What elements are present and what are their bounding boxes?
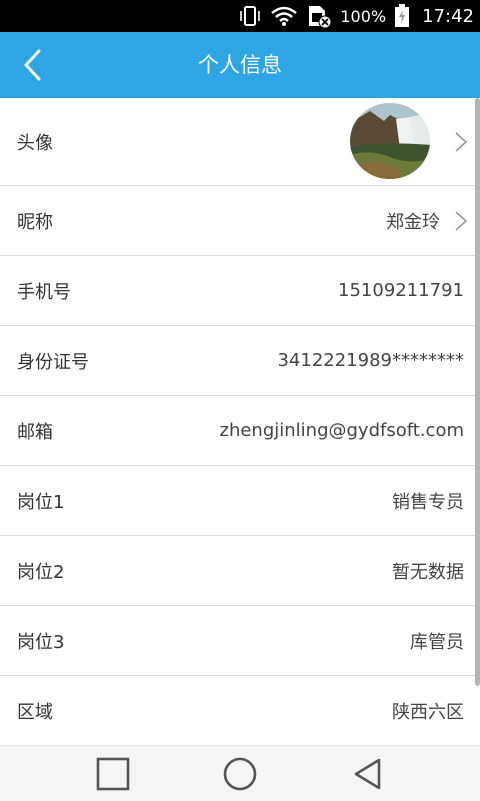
back-triangle-icon [354,758,381,790]
row-value: 3412221989******** [277,350,464,371]
row-label: 身份证号 [17,351,89,373]
row-label: 手机号 [17,281,71,303]
row-label: 岗位1 [17,491,65,513]
row-avatar[interactable]: 头像 [0,98,480,186]
status-icons: 100% 17:42 [238,0,474,32]
app-header: 个人信息 [0,32,480,98]
system-nav-bar [0,745,480,801]
back-button[interactable] [14,46,52,84]
chevron-right-icon [454,98,468,185]
row-value: 库管员 [410,631,464,653]
home-button[interactable] [220,756,260,792]
sim-icon [306,4,332,28]
profile-list: 头像 昵称 郑金玲 手机号 15109211791 身份证号 341222198… [0,98,480,745]
row-position-3: 岗位3 库管员 [0,606,480,676]
row-label: 昵称 [17,211,53,233]
recents-button[interactable] [93,756,133,792]
status-bar: 100% 17:42 [0,0,480,32]
row-id-number: 身份证号 3412221989******** [0,326,480,396]
chevron-right-icon [454,186,468,255]
home-icon [223,757,257,791]
row-label: 岗位2 [17,561,65,583]
row-region: 区域 陕西六区 [0,676,480,745]
wifi-icon [270,5,298,27]
page-title: 个人信息 [198,53,282,77]
row-label: 邮箱 [17,421,53,443]
row-value: 暂无数据 [392,561,464,583]
battery-percent: 100% [340,6,387,26]
row-nickname[interactable]: 昵称 郑金玲 [0,186,480,256]
chevron-left-icon [24,49,41,81]
row-phone: 手机号 15109211791 [0,256,480,326]
row-value: 销售专员 [392,491,464,513]
row-label: 区域 [17,701,53,723]
row-value: 15109211791 [338,280,464,301]
row-position-2: 岗位2 暂无数据 [0,536,480,606]
nav-back-button[interactable] [348,756,388,792]
row-label: 头像 [17,132,53,154]
row-position-1: 岗位1 销售专员 [0,466,480,536]
recents-icon [96,757,130,791]
avatar[interactable] [350,103,430,179]
battery-icon [394,4,410,28]
vibrate-icon [238,5,262,27]
row-label: 岗位3 [17,631,65,653]
row-value: zhengjinling@gydfsoft.com [219,420,465,441]
scrollbar[interactable] [475,98,480,686]
row-value: 郑金玲 [386,211,440,233]
row-value: 陕西六区 [392,701,464,723]
row-email: 邮箱 zhengjinling@gydfsoft.com [0,396,480,466]
clock: 17:42 [422,5,474,27]
